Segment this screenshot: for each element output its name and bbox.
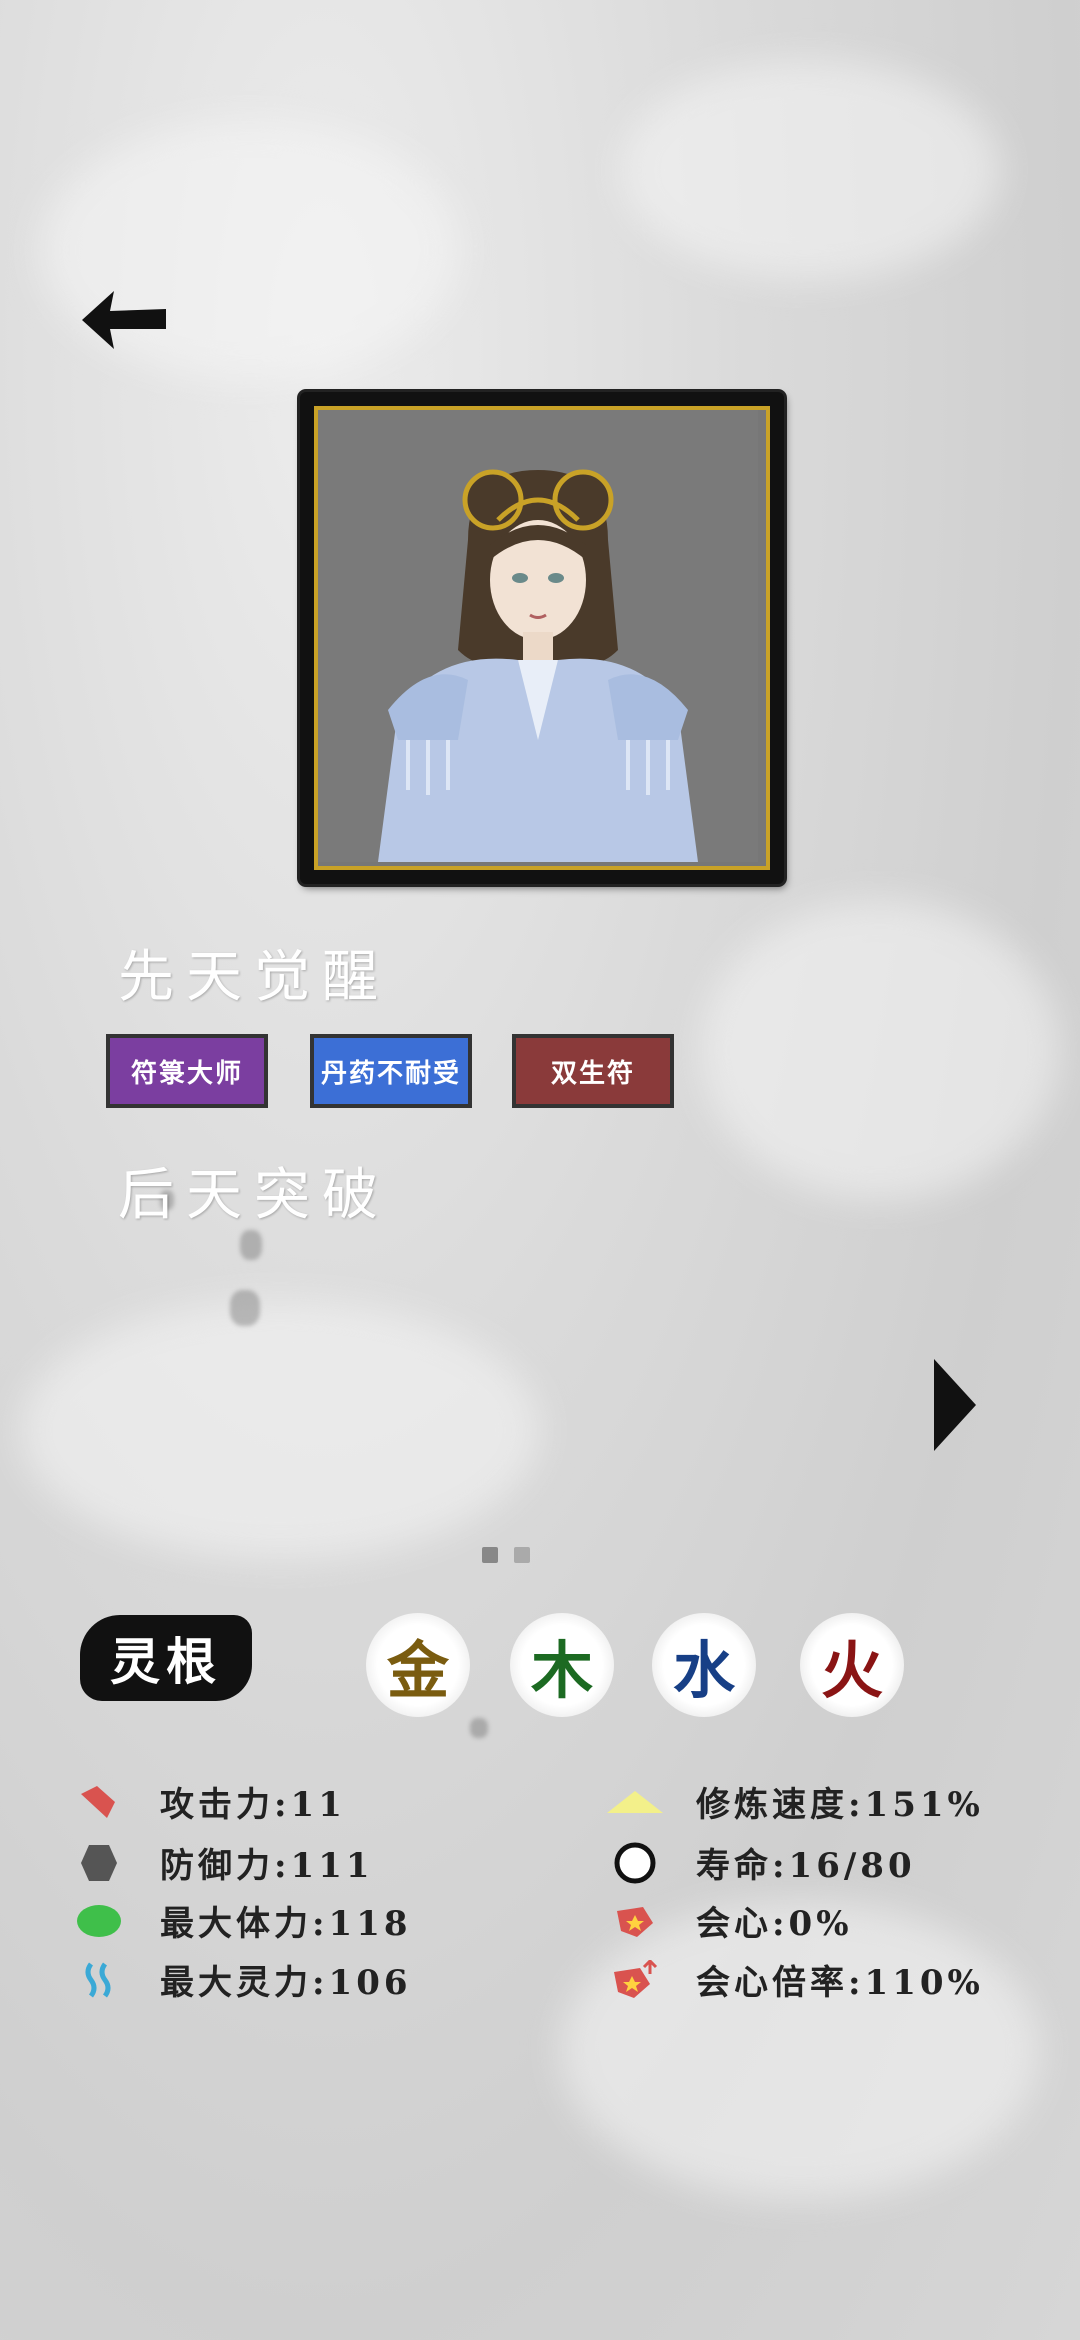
stat-label: 攻击力:11: [160, 1785, 346, 1825]
element-wood: 木: [510, 1613, 614, 1717]
triangle-right-icon: [934, 1359, 976, 1451]
stat-label: 最大灵力:106: [160, 1963, 412, 2003]
stat-lifespan: 寿命:16/80: [600, 1838, 916, 1887]
spirit-icon: [64, 1960, 134, 2000]
page-dot: [482, 1547, 498, 1563]
stat-cultivation-speed: 修炼速度:151%: [600, 1777, 984, 1826]
trait-badge-1[interactable]: 丹药不耐受: [310, 1034, 472, 1108]
stat-label: 寿命:16/80: [696, 1846, 916, 1886]
trait-label: 双生符: [550, 1058, 635, 1089]
stat-label: 最大体力:118: [160, 1904, 412, 1944]
cultivation-speed-icon: [600, 1787, 670, 1817]
character-portrait-frame: [300, 392, 784, 884]
lifespan-icon: [600, 1841, 670, 1885]
stat-max-spirit: 最大灵力:106: [64, 1955, 412, 2004]
crit-multiplier-icon: [600, 1959, 670, 2000]
character-portrait: [314, 406, 770, 870]
character-illustration: [318, 410, 758, 862]
defense-icon: [64, 1843, 134, 1883]
spiritual-root-label: 灵根: [80, 1615, 252, 1701]
stat-crit: 会心:0%: [600, 1896, 853, 1945]
stat-crit-multiplier: 会心倍率:110%: [600, 1955, 984, 2004]
stat-defense: 防御力:111: [64, 1838, 374, 1887]
trait-badge-2[interactable]: 双生符: [512, 1034, 674, 1108]
attack-icon: [64, 1784, 134, 1820]
innate-traits-title: 先天觉醒: [118, 945, 390, 1010]
stat-max-health: 最大体力:118: [64, 1896, 412, 1945]
element-fire: 火: [800, 1613, 904, 1717]
arrow-left-icon: [82, 291, 166, 349]
trait-label: 丹药不耐受: [320, 1058, 461, 1089]
stat-label: 修炼速度:151%: [696, 1785, 984, 1825]
health-icon: [64, 1903, 134, 1939]
stat-attack: 攻击力:11: [64, 1777, 346, 1826]
next-page-button[interactable]: [930, 1355, 980, 1455]
page-indicator: [482, 1547, 530, 1563]
trait-label: 符箓大师: [130, 1058, 243, 1089]
element-metal: 金: [366, 1613, 470, 1717]
back-button[interactable]: [80, 285, 170, 355]
page-dot: [514, 1547, 530, 1563]
stat-label: 防御力:111: [160, 1846, 374, 1886]
trait-badge-0[interactable]: 符箓大师: [106, 1034, 268, 1108]
breakthrough-title: 后天突破: [118, 1163, 390, 1228]
crit-icon: [600, 1903, 670, 1939]
stat-label: 会心倍率:110%: [696, 1963, 984, 2003]
element-water: 水: [652, 1613, 756, 1717]
stat-label: 会心:0%: [696, 1904, 853, 1944]
